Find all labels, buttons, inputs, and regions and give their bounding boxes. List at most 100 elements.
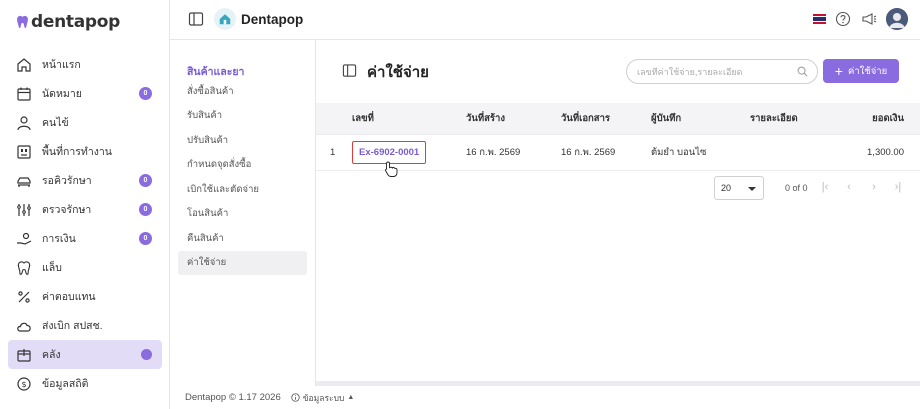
count-badge: 0 — [139, 203, 152, 216]
topbar: Dentapop — [170, 0, 920, 40]
tooth-icon — [16, 260, 32, 276]
subnav-list: สั่งซื้อสินค้า รับสินค้า ปรับสินค้า กำหน… — [178, 79, 307, 275]
header-created[interactable]: วันที่สร้าง — [466, 111, 561, 126]
next-page-icon[interactable]: › — [868, 181, 880, 193]
stats-icon: $ — [16, 376, 32, 392]
page-size-select[interactable]: 20 — [714, 176, 764, 200]
row-amount: 1,300.00 — [867, 147, 904, 158]
sidebar-toggle-icon[interactable] — [188, 11, 204, 27]
sidebar-item-appointments[interactable]: นัดหมาย 0 — [8, 79, 162, 108]
percent-icon — [16, 289, 32, 305]
pagination: 20 0 of 0 |‹ ‹ › ›| — [316, 174, 920, 204]
page-header: ค่าใช้จ่าย + ค่าใช้จ่าย — [316, 40, 920, 100]
sidebar-item-claims[interactable]: ส่งเบิก สปสช. — [8, 311, 162, 340]
last-page-icon[interactable]: ›| — [892, 181, 904, 193]
calendar-icon — [16, 86, 32, 102]
count-badge: 0 — [139, 174, 152, 187]
brand-logo[interactable]: dentapop — [16, 11, 120, 33]
expense-number: Ex-6902-0001 — [359, 147, 420, 158]
row-created: 16 ก.พ. 2569 — [466, 147, 521, 158]
subnav-item-reorder-point[interactable]: กำหนดจุดสั่งซื้อ — [178, 153, 307, 178]
system-info-link[interactable]: ข้อมูลระบบ ▲ — [291, 391, 355, 405]
subnav-item-return[interactable]: คืนสินค้า — [178, 226, 307, 251]
row-recorder: ต้มยำ บอนไซ — [651, 147, 707, 158]
add-expense-label: ค่าใช้จ่าย — [847, 65, 888, 77]
plus-icon: + — [834, 63, 843, 79]
home-icon — [16, 57, 32, 73]
count-badge: 0 — [139, 87, 152, 100]
header-amount[interactable]: ยอดเงิน — [840, 111, 920, 126]
sidebar-item-label: คนไข้ — [42, 117, 69, 129]
queue-icon — [16, 173, 32, 189]
sidebar-item-workspace[interactable]: พื้นที่การทำงาน — [8, 137, 162, 166]
panel-icon — [342, 64, 357, 77]
sidebar-item-finance[interactable]: การเงิน 0 — [8, 224, 162, 253]
header-recorder[interactable]: ผู้บันทึก — [651, 111, 750, 126]
thai-flag-icon[interactable] — [813, 14, 826, 24]
sidebar-item-label: นัดหมาย — [42, 88, 82, 100]
sidebar-item-label: ข้อมูลสถิติ — [42, 378, 89, 390]
megaphone-icon[interactable] — [860, 10, 878, 28]
row-no-cell: Ex-6902-0001 — [352, 141, 466, 177]
clinic-home-icon — [214, 8, 236, 30]
search-box — [626, 59, 818, 84]
subnav-item-withdraw[interactable]: เบิกใช้และตัดจ่าย — [178, 177, 307, 202]
page-title: ค่าใช้จ่าย — [367, 64, 429, 81]
tooth-logo-icon — [17, 15, 28, 29]
main-content: ค่าใช้จ่าย + ค่าใช้จ่าย เลขที่ วันที่สร้… — [316, 40, 920, 386]
sidebar-item-lab[interactable]: แล็บ — [8, 253, 162, 282]
topbar-actions — [813, 8, 908, 30]
header-no-label: เลขที่ — [352, 113, 374, 124]
search-input[interactable] — [637, 66, 797, 77]
chevron-down-icon — [748, 187, 756, 191]
subnav-title: สินค้าและยา — [187, 66, 245, 78]
sidebar-item-compensation[interactable]: ค่าตอบแทน — [8, 282, 162, 311]
subnav-item-transfer[interactable]: โอนสินค้า — [178, 202, 307, 227]
sidebar-item-queue[interactable]: รอคิวรักษา 0 — [8, 166, 162, 195]
page-info: 0 of 0 — [785, 183, 808, 193]
count-badge: 0 — [139, 232, 152, 245]
subnav-item-expenses[interactable]: ค่าใช้จ่าย — [178, 250, 307, 275]
sidebar-item-label: คลัง — [42, 349, 61, 361]
chevron-up-icon: ▲ — [347, 394, 355, 401]
sidebar-item-label: ค่าตอบแทน — [42, 291, 96, 303]
header-no[interactable]: เลขที่ — [352, 111, 466, 126]
info-icon — [291, 393, 300, 402]
sidebar-item-patients[interactable]: คนไข้ — [8, 108, 162, 137]
footer: Dentapop © 1.17 2026 ข้อมูลระบบ ▲ — [170, 386, 920, 409]
copyright-text: Dentapop © 1.17 2026 — [185, 392, 281, 403]
add-expense-button[interactable]: + ค่าใช้จ่าย — [823, 59, 899, 83]
table-row[interactable]: 1 Ex-6902-0001 16 ก.พ. 2569 16 ก.พ. 2569… — [316, 135, 920, 177]
expense-number-link[interactable]: Ex-6902-0001 — [352, 141, 427, 177]
subnav-item-adjust[interactable]: ปรับสินค้า — [178, 128, 307, 153]
treatment-icon — [16, 202, 32, 218]
sidebar-item-treatment[interactable]: ตรวจรักษา 0 — [8, 195, 162, 224]
header-doc-date[interactable]: วันที่เอกสาร — [561, 111, 651, 126]
sidebar-item-label: การเงิน — [42, 233, 76, 245]
row-doc-date: 16 ก.พ. 2569 — [561, 147, 616, 158]
header-detail[interactable]: รายละเอียด — [750, 111, 840, 126]
user-avatar[interactable] — [886, 8, 908, 30]
app-title: Dentapop — [241, 12, 304, 27]
sidebar-item-home[interactable]: หน้าแรก — [8, 50, 162, 79]
workspace-icon — [16, 144, 32, 160]
table-header: เลขที่ วันที่สร้าง วันที่เอกสาร ผู้บันทึ… — [316, 103, 920, 135]
expenses-table: เลขที่ วันที่สร้าง วันที่เอกสาร ผู้บันทึ… — [316, 103, 920, 177]
subnav-item-purchase-order[interactable]: สั่งซื้อสินค้า — [178, 79, 307, 104]
inventory-subnav: สินค้าและยา สั่งซื้อสินค้า รับสินค้า ปรั… — [170, 40, 316, 386]
search-icon[interactable] — [797, 66, 808, 77]
sidebar-item-label: ตรวจรักษา — [42, 204, 92, 216]
first-page-icon[interactable]: |‹ — [819, 181, 831, 193]
active-indicator — [141, 349, 152, 360]
prev-page-icon[interactable]: ‹ — [843, 181, 855, 193]
brand-name: dentapop — [31, 12, 121, 32]
system-info-label: ข้อมูลระบบ — [302, 392, 345, 403]
help-icon[interactable] — [834, 10, 852, 28]
inventory-icon — [16, 347, 32, 363]
sidebar-item-statistics[interactable]: $ ข้อมูลสถิติ — [8, 369, 162, 398]
sidebar-item-inventory[interactable]: คลัง — [8, 340, 162, 369]
sidebar-item-label: รอคิวรักษา — [42, 175, 92, 187]
finance-icon — [16, 231, 32, 247]
subnav-item-receive[interactable]: รับสินค้า — [178, 104, 307, 129]
page-size-value: 20 — [721, 183, 732, 193]
